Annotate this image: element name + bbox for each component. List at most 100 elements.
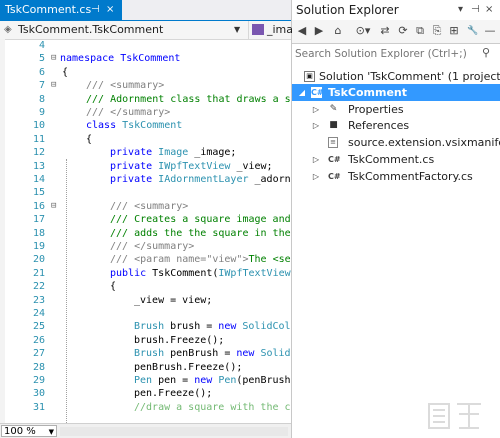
code-line: 11 { [0,133,291,146]
code-text: private IWpfTextView _view; [110,160,273,172]
search-input[interactable] [295,46,475,62]
line-number: 12 [32,147,45,159]
wrench-icon[interactable]: 🔧 [466,23,480,39]
tree-item-manifest[interactable]: ≡ source.extension.vsixmanifest [292,134,500,151]
close-tab-icon[interactable]: × [106,0,114,20]
tree-item-references[interactable]: ▷ ■ References [292,117,500,134]
collapsed-arrow-icon[interactable]: ▷ [311,151,321,168]
code-text: /// <summary> [86,80,165,92]
code-text: public TskComment(IWpfTextView [110,267,291,279]
dropdown-icon[interactable]: ▾ [458,0,463,20]
collapse-icon[interactable]: ⊟ [51,200,61,213]
code-text: { [62,66,69,78]
tree-item-label: Solution 'TskComment' (1 project) [319,70,500,83]
field-icon [252,24,264,35]
code-text: /// Creates a square image and [110,214,291,226]
collapse-all-icon[interactable]: ⧉ [413,23,427,39]
solution-explorer-title-bar: Solution Explorer ▾ ⊣ × [292,0,500,20]
class-icon: ◈ [4,24,12,35]
line-number: 16 [32,200,45,212]
code-text: /// <param name="view">The <se [110,254,291,266]
code-line: 15 [0,186,291,199]
home-icon[interactable]: ⌂ [331,23,345,39]
code-line: 5 ⊟ namespace TskComment [0,52,291,65]
collapsed-arrow-icon[interactable]: ▷ [311,168,321,185]
code-line: 12 private Image _image; [0,146,291,159]
code-line: 26 brush.Freeze(); [0,334,291,347]
zoom-dropdown[interactable]: 100 % ▼ [1,425,57,437]
document-tab[interactable]: TskComment.cs ⊣ × [0,0,122,20]
line-number: 22 [32,281,45,293]
collapsed-arrow-icon[interactable]: ▷ [311,101,321,118]
pin-icon[interactable]: ⊣ [471,0,480,20]
code-line: 27 Brush penBrush = new Solid [0,347,291,360]
solution-explorer-toolbar: ◀ ▶ ⌂ ⊙▾ ⇄ ⟳ ⧉ ⎘ ⊞ 🔧 — [292,20,500,42]
tree-item-tskcomment-cs[interactable]: ▷ C# TskComment.cs [292,151,500,168]
horizontal-scrollbar[interactable] [60,427,288,436]
code-text: private Image _image; [110,147,237,159]
watermark-logo [425,398,495,432]
line-number: 7 [38,80,45,92]
line-number: 17 [32,214,45,226]
type-dropdown[interactable]: ◈ TskComment.TskComment ▼ [2,21,245,39]
expanded-arrow-icon[interactable]: ◢ [297,84,307,101]
tree-item-tskcommentfactory-cs[interactable]: ▷ C# TskCommentFactory.cs [292,168,500,185]
sync-icon[interactable]: ⇄ [378,23,392,39]
type-dropdown-value: TskComment.TskComment [18,23,164,36]
tree-item-solution[interactable]: ▣ Solution 'TskComment' (1 project) [292,68,500,85]
wrench-icon: ✎ [329,104,338,114]
code-text: class TskComment [86,120,183,132]
code-editor-pane: TskComment.cs ⊣ × ◈ TskComment.TskCommen… [0,0,292,438]
line-number: 11 [32,133,45,145]
code-area[interactable]: 4 5 ⊟ namespace TskComment 6 { 7 ⊟ /// <… [0,39,291,423]
code-line: 18 /// adds the the square in the [0,227,291,240]
line-number: 19 [32,241,45,252]
code-line: 14 private IAdornmentLayer _adornm [0,173,291,186]
back-icon[interactable]: ◀ [295,23,309,39]
close-icon[interactable]: × [485,0,493,20]
code-text: pen.Freeze(); [134,388,213,400]
code-line: 17 /// Creates a square image and [0,213,291,226]
line-number: 9 [38,107,45,118]
collapsed-arrow-icon[interactable]: ▷ [311,117,321,134]
code-line: 24 [0,307,291,320]
minus-icon[interactable]: — [483,23,497,39]
history-icon[interactable]: ⊙▾ [352,23,374,39]
show-all-files-icon[interactable]: ⊞ [447,23,461,39]
search-icon[interactable]: ⚲ [478,46,494,62]
line-number: 31 [32,401,45,413]
line-number: 18 [32,227,45,239]
code-text: _view = view; [134,294,213,306]
code-line: 8 /// Adornment class that draws a s [0,93,291,106]
line-number: 10 [32,120,45,132]
line-number: 21 [32,267,45,279]
line-number: 15 [32,187,45,199]
code-text: { [86,133,93,145]
copy-icon[interactable]: ⎘ [430,23,444,39]
code-line: 30 pen.Freeze(); [0,387,291,400]
solution-icon: ▣ [304,71,315,82]
code-line: 9 /// </summary> [0,106,291,119]
zoom-value: 100 % [4,426,36,437]
collapse-icon[interactable]: ⊟ [51,79,61,92]
tree-item-label: Properties [348,103,404,116]
line-number: 6 [38,66,45,78]
line-number: 30 [32,388,45,400]
tree-item-properties[interactable]: ▷ ✎ Properties [292,101,500,118]
refresh-icon[interactable]: ⟳ [396,23,410,39]
pin-icon[interactable]: ⊣ [91,0,100,20]
member-dropdown[interactable]: _image [248,21,292,39]
code-line: 22 { [0,280,291,293]
editor-status-bar: 100 % ▼ [0,423,291,438]
code-text: namespace TskComment [60,53,181,65]
code-text: Brush brush = new SolidCol [134,321,291,333]
tree-item-project[interactable]: ◢ C# TskComment [292,84,500,101]
forward-icon[interactable]: ▶ [312,23,326,39]
code-text: { [110,281,117,293]
code-text: //draw a square with the c [134,401,291,413]
manifest-icon: ≡ [328,137,338,148]
tree-item-label: source.extension.vsixmanifest [348,136,500,149]
line-number: 13 [32,160,45,172]
line-number: 4 [38,40,45,51]
line-number: 26 [32,334,45,346]
